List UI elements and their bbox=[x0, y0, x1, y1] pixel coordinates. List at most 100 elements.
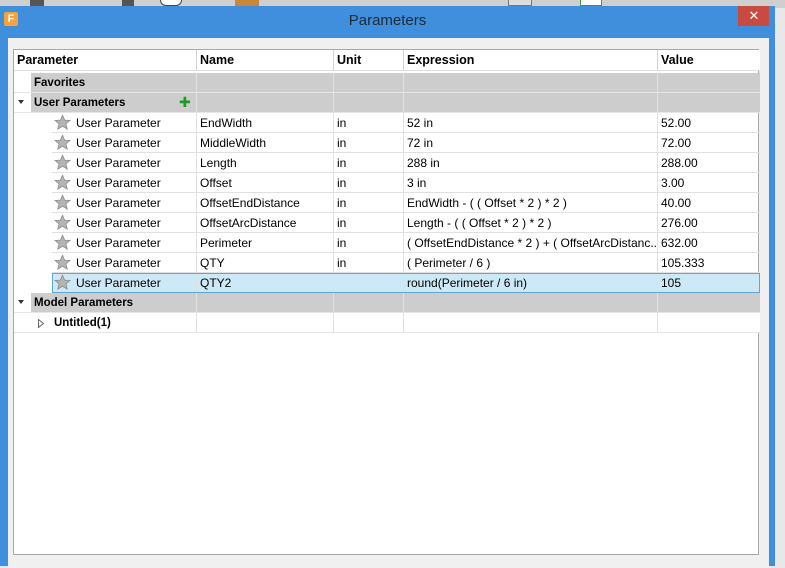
column-header-unit[interactable]: Unit bbox=[334, 50, 404, 71]
column-header-name[interactable]: Name bbox=[197, 50, 334, 71]
favorites-group-label: Favorites bbox=[34, 77, 86, 89]
star-icon[interactable] bbox=[53, 194, 72, 211]
parameter-type-cell[interactable]: User Parameter bbox=[52, 113, 197, 133]
title-bar[interactable]: F Parameters ✕ bbox=[0, 6, 775, 38]
parameter-name-cell[interactable]: Offset bbox=[197, 173, 334, 193]
parameter-type-cell[interactable]: User Parameter bbox=[52, 173, 197, 193]
parameter-name-cell[interactable]: EndWidth bbox=[197, 113, 334, 133]
star-icon[interactable] bbox=[53, 254, 72, 271]
model-parameters-group-label: Model Parameters bbox=[34, 297, 134, 309]
parameter-value-cell: 105.333 bbox=[658, 253, 760, 273]
column-header-parameter[interactable]: Parameter bbox=[14, 50, 197, 71]
parameter-type-cell[interactable]: User Parameter bbox=[52, 213, 197, 233]
column-header-value[interactable]: Value bbox=[658, 50, 760, 71]
parameter-expression-cell[interactable]: 3 in bbox=[404, 173, 658, 193]
parameter-unit-cell[interactable]: in bbox=[334, 213, 404, 233]
parameter-type-label: User Parameter bbox=[76, 156, 161, 170]
row-gutter bbox=[14, 173, 52, 193]
parameter-expression-cell[interactable]: Length - ( ( Offset * 2 ) * 2 ) bbox=[404, 213, 658, 233]
parameter-name-cell[interactable]: MiddleWidth bbox=[197, 133, 334, 153]
star-icon[interactable] bbox=[53, 274, 72, 291]
parameter-value-cell: 3.00 bbox=[658, 173, 760, 193]
parameter-expression-cell[interactable]: EndWidth - ( ( Offset * 2 ) * 2 ) bbox=[404, 193, 658, 213]
window-right-edge bbox=[769, 6, 775, 566]
parameters-table: Parameter Name Unit Expression Value Fav… bbox=[13, 49, 760, 555]
parameter-unit-cell[interactable]: in bbox=[334, 153, 404, 173]
row-gutter bbox=[14, 113, 52, 133]
parameter-type-cell[interactable]: User Parameter bbox=[52, 273, 197, 293]
untitled-component-row[interactable]: Untitled(1) bbox=[14, 313, 760, 333]
parameter-value-cell: 40.00 bbox=[658, 193, 760, 213]
table-row[interactable]: User Parameter QTY2 round(Perimeter / 6 in… bbox=[14, 273, 760, 293]
star-icon[interactable] bbox=[53, 154, 72, 171]
table-row[interactable]: User Parameter OffsetEndDistance in EndWidt… bbox=[14, 193, 760, 213]
parameter-expression-cell[interactable]: round(Perimeter / 6 in) bbox=[404, 273, 658, 293]
parameter-name-cell[interactable]: Perimeter bbox=[197, 233, 334, 253]
star-icon[interactable] bbox=[53, 174, 72, 191]
row-gutter bbox=[14, 153, 52, 173]
star-icon[interactable] bbox=[53, 234, 72, 251]
favorites-group-row[interactable]: Favorites bbox=[14, 73, 760, 93]
parameter-expression-cell[interactable]: 72 in bbox=[404, 133, 658, 153]
row-gutter bbox=[14, 273, 52, 293]
parameter-value-cell: 288.00 bbox=[658, 153, 760, 173]
dialog-client-area: Parameter Name Unit Expression Value Fav… bbox=[8, 38, 769, 568]
parameter-unit-cell[interactable]: in bbox=[334, 193, 404, 213]
row-gutter bbox=[14, 193, 52, 213]
collapse-arrow-icon[interactable] bbox=[18, 100, 24, 104]
table-header: Parameter Name Unit Expression Value bbox=[14, 50, 760, 71]
table-row[interactable]: User Parameter EndWidth in 52 in 52.00 bbox=[14, 113, 760, 133]
parameter-name-cell[interactable]: OffsetEndDistance bbox=[197, 193, 334, 213]
parameter-value-cell: 276.00 bbox=[658, 213, 760, 233]
parameter-expression-cell[interactable]: 288 in bbox=[404, 153, 658, 173]
parameter-type-cell[interactable]: User Parameter bbox=[52, 193, 197, 213]
user-parameters-group-label: User Parameters bbox=[34, 97, 126, 109]
column-header-expression[interactable]: Expression bbox=[404, 50, 658, 71]
star-icon[interactable] bbox=[53, 214, 72, 231]
user-parameters-group-row[interactable]: User Parameters ✚ bbox=[14, 93, 760, 113]
parameter-type-label: User Parameter bbox=[76, 216, 161, 230]
parameter-name-cell[interactable]: Length bbox=[197, 153, 334, 173]
untitled-component-label: Untitled(1) bbox=[54, 317, 111, 329]
parameter-unit-cell[interactable]: in bbox=[334, 233, 404, 253]
parameter-type-label: User Parameter bbox=[76, 236, 161, 250]
star-icon[interactable] bbox=[53, 134, 72, 151]
table-row[interactable]: User Parameter Length in 288 in 288.00 bbox=[14, 153, 760, 173]
collapse-arrow-icon[interactable] bbox=[18, 300, 24, 304]
parameter-expression-cell[interactable]: ( OffsetEndDistance * 2 ) + ( OffsetArcD… bbox=[404, 233, 658, 253]
parameter-type-label: User Parameter bbox=[76, 136, 161, 150]
parameter-expression-cell[interactable]: ( Perimeter / 6 ) bbox=[404, 253, 658, 273]
parameter-type-cell[interactable]: User Parameter bbox=[52, 153, 197, 173]
parameter-unit-cell[interactable]: in bbox=[334, 253, 404, 273]
parameters-dialog: F Parameters ✕ Parameter Name Unit Expre… bbox=[0, 6, 775, 568]
parameter-type-label: User Parameter bbox=[76, 196, 161, 210]
parameter-name-cell[interactable]: QTY2 bbox=[197, 273, 334, 293]
table-row[interactable]: User Parameter Offset in 3 in 3.00 bbox=[14, 173, 760, 193]
table-row[interactable]: User Parameter Perimeter in( OffsetEndDist… bbox=[14, 233, 760, 253]
parameter-type-cell[interactable]: User Parameter bbox=[52, 253, 197, 273]
star-icon[interactable] bbox=[53, 114, 72, 131]
parameter-unit-cell[interactable]: in bbox=[334, 133, 404, 153]
row-gutter bbox=[14, 233, 52, 253]
parameter-type-cell[interactable]: User Parameter bbox=[52, 133, 197, 153]
model-parameters-group-row[interactable]: Model Parameters bbox=[14, 293, 760, 313]
parameter-unit-cell[interactable] bbox=[334, 273, 404, 293]
table-row[interactable]: User Parameter QTY in( Perimeter / 6 ) 105.… bbox=[14, 253, 760, 273]
table-row[interactable]: User Parameter OffsetArcDistance in Length … bbox=[14, 213, 760, 233]
row-gutter bbox=[14, 213, 52, 233]
row-gutter bbox=[14, 133, 52, 153]
parameter-unit-cell[interactable]: in bbox=[334, 173, 404, 193]
parameter-value-cell: 632.00 bbox=[658, 233, 760, 253]
parameter-expression-cell[interactable]: 52 in bbox=[404, 113, 658, 133]
parameter-value-cell: 72.00 bbox=[658, 133, 760, 153]
table-row[interactable]: User Parameter MiddleWidth in 72 in 72.00 bbox=[14, 133, 760, 153]
parameter-unit-cell[interactable]: in bbox=[334, 113, 404, 133]
parameter-value-cell: 52.00 bbox=[658, 113, 760, 133]
close-button[interactable]: ✕ bbox=[738, 6, 770, 26]
parameter-name-cell[interactable]: QTY bbox=[197, 253, 334, 273]
add-parameter-icon[interactable]: ✚ bbox=[179, 95, 191, 109]
parameter-type-cell[interactable]: User Parameter bbox=[52, 233, 197, 253]
expand-arrow-icon[interactable] bbox=[38, 319, 44, 328]
parameter-type-label: User Parameter bbox=[76, 276, 161, 290]
parameter-name-cell[interactable]: OffsetArcDistance bbox=[197, 213, 334, 233]
